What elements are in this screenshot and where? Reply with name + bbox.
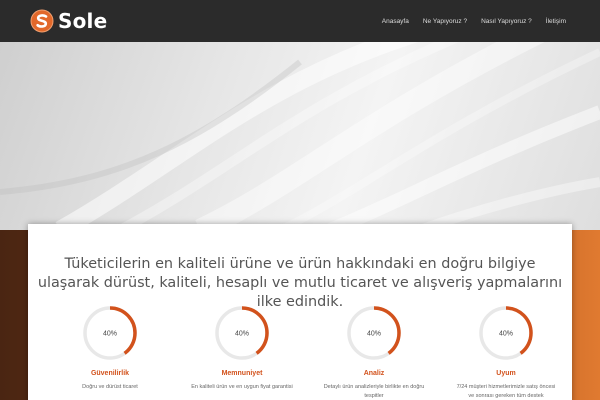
- feature-title: Memnuniyet: [221, 370, 263, 377]
- feature-title: Analiz: [363, 370, 385, 377]
- feature-memnuniyet: 40% Memnuniyet En kaliteli ürün ve en uy…: [182, 304, 302, 392]
- nav-item-anasayfa[interactable]: Anasayfa: [382, 18, 409, 25]
- progress-value: 40%: [499, 331, 513, 338]
- progress-ring: 40%: [479, 306, 533, 360]
- feature-description: Detaylı ürün analizleriyle birlikte en d…: [323, 384, 425, 399]
- feature-uyum: 40% Uyum 7/24 müşteri hizmetlerimizle sa…: [446, 304, 566, 400]
- nav-item-ne-yapiyoruz[interactable]: Ne Yapıyoruz ?: [423, 18, 467, 25]
- intro-card: Tüketicilerin en kaliteli ürüne ve ürün …: [28, 224, 572, 400]
- feature-description: Doğru ve dürüst ticaret: [82, 384, 138, 390]
- nav-item-nasil-yapiyoruz[interactable]: Nasıl Yapıyoruz ?: [481, 18, 532, 25]
- progress-ring: 40%: [347, 306, 401, 360]
- logo[interactable]: Sole: [30, 9, 107, 33]
- site-header: Sole Anasayfa Ne Yapıyoruz ? Nasıl Yapıy…: [0, 0, 600, 42]
- progress-ring: 40%: [215, 306, 269, 360]
- feature-title: Güvenilirlik: [90, 370, 130, 377]
- hero-swoosh-background: [0, 42, 600, 230]
- feature-analiz: 40% Analiz Detaylı ürün analizleriyle bi…: [314, 304, 434, 400]
- feature-guvenilirlik: 40% Güvenilirlik Doğru ve dürüst ticaret: [50, 304, 170, 392]
- main-nav: Anasayfa Ne Yapıyoruz ? Nasıl Yapıyoruz …: [382, 0, 566, 42]
- hero-banner: [0, 42, 600, 230]
- feature-description: 7/24 müşteri hizmetlerimizle satış önces…: [456, 384, 556, 399]
- brand-name: Sole: [58, 9, 108, 33]
- progress-ring: 40%: [83, 306, 137, 360]
- progress-value: 40%: [103, 331, 117, 338]
- progress-value: 40%: [235, 331, 249, 338]
- sole-logo-icon: [30, 9, 54, 33]
- feature-description: En kaliteli ürün ve en uygun fiyat garan…: [191, 384, 293, 390]
- progress-value: 40%: [367, 331, 381, 338]
- nav-item-iletisim[interactable]: İletişim: [546, 18, 566, 25]
- feature-title: Uyum: [496, 370, 516, 377]
